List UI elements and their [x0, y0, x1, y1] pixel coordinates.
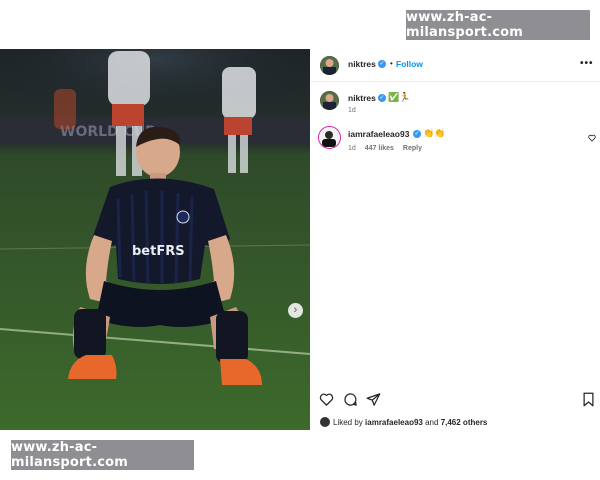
liked-by-and: and: [425, 418, 439, 427]
next-photo-button[interactable]: ›: [288, 303, 303, 318]
comment-reply-button[interactable]: Reply: [403, 145, 422, 152]
caption-avatar[interactable]: [320, 91, 339, 110]
post-photo[interactable]: WORLD CUP betFRS ›: [0, 49, 310, 430]
separator-dot: •: [390, 59, 393, 68]
comment-meta: 1d 447 likes Reply: [348, 145, 422, 152]
commenter-avatar[interactable]: [318, 126, 341, 149]
post-image: WORLD CUP betFRS: [0, 49, 310, 430]
author-avatar[interactable]: [320, 56, 339, 75]
more-options-icon[interactable]: •••: [580, 58, 594, 69]
liked-by-prefix: Liked by: [333, 418, 363, 427]
comment-time[interactable]: 1d: [348, 145, 356, 152]
chevron-right-icon: ›: [293, 304, 298, 316]
caption-time[interactable]: 1d: [348, 107, 356, 114]
paper-plane-icon[interactable]: [366, 392, 381, 407]
liked-by-line: Liked by iamrafaeleao93 and 7,462 others: [320, 417, 487, 427]
verified-badge-icon: ✓: [378, 60, 386, 68]
liker-avatar[interactable]: [320, 417, 330, 427]
liked-by-others[interactable]: 7,462 others: [441, 418, 488, 427]
comment-like-heart-icon[interactable]: [588, 134, 596, 142]
post-actions: [310, 392, 600, 412]
post-side-panel: niktres ✓ • Follow ••• niktres ✓ ✅🏃 1d i…: [310, 49, 600, 430]
post-header: niktres ✓ • Follow •••: [310, 49, 600, 82]
caption-username[interactable]: niktres: [348, 93, 376, 103]
author-username[interactable]: niktres: [348, 59, 376, 69]
commenter-username[interactable]: iamrafaeleao93: [348, 129, 409, 139]
bookmark-icon[interactable]: [582, 392, 595, 407]
heart-icon[interactable]: [319, 392, 334, 407]
comment-text: 👏👏: [423, 128, 446, 138]
watermark-bottom: www.zh-ac-milansport.com: [11, 440, 194, 470]
follow-button[interactable]: Follow: [396, 59, 423, 69]
sponsor-text: betFRS: [132, 244, 185, 259]
verified-badge-icon: ✓: [413, 130, 421, 138]
liked-by-user[interactable]: iamrafaeleao93: [365, 418, 423, 427]
caption-text: ✅🏃: [388, 92, 411, 102]
verified-badge-icon: ✓: [378, 94, 386, 102]
comment-likes[interactable]: 447 likes: [365, 145, 394, 152]
watermark-top: www.zh-ac-milansport.com: [406, 10, 590, 40]
comment-bubble-icon[interactable]: [343, 392, 358, 407]
